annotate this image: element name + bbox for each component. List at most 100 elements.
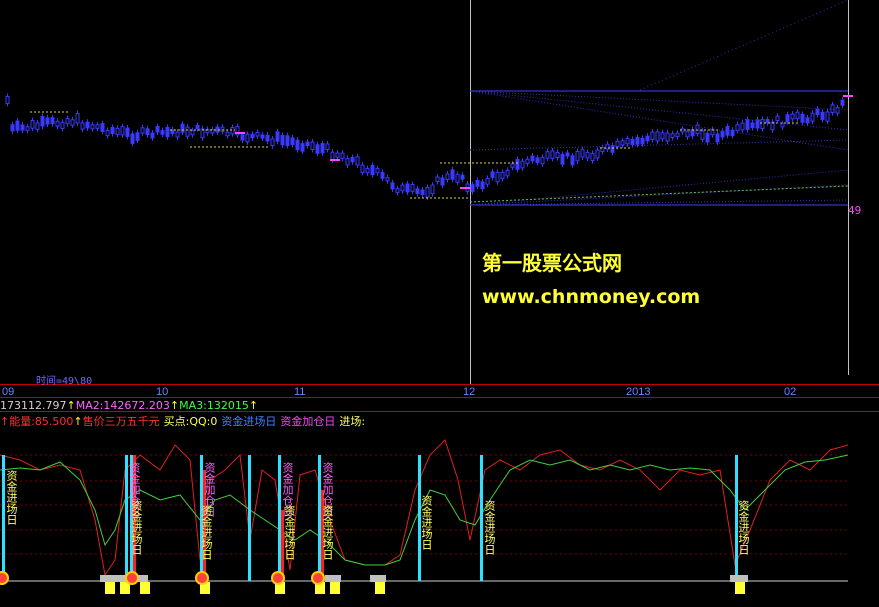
- candle-body: [60, 121, 65, 129]
- candle-body: [730, 129, 735, 137]
- candle-body: [85, 121, 90, 129]
- candle-body: [220, 126, 225, 132]
- volume-block: [375, 582, 385, 594]
- fan-line: [469, 90, 849, 131]
- fund-in-label: 资金进场日: [5, 470, 18, 525]
- x-axis-label-4: 2013: [626, 386, 651, 398]
- candle-body: [630, 138, 635, 146]
- candle-body: [790, 113, 795, 120]
- candle-body: [570, 155, 575, 166]
- candle-body: [295, 139, 300, 151]
- candle-body: [455, 173, 460, 183]
- candle-body: [400, 184, 405, 192]
- fund-add-legend: 资金加仓日: [280, 415, 336, 428]
- candle-body: [805, 117, 810, 124]
- candle-body: [425, 186, 430, 198]
- candle-body: [520, 160, 525, 169]
- volume-block: [105, 582, 115, 594]
- indicator-legend: ↑能量:85.500↑售价三万五千元 买点:QQ:0 资金进场日 资金加仓日 进场:: [0, 413, 365, 429]
- gray-block: [730, 575, 748, 582]
- candle-body: [750, 122, 755, 129]
- candle-body: [795, 111, 800, 120]
- trend-fan-lines: [469, 0, 849, 206]
- candle-body: [835, 107, 840, 114]
- fund-in-label: 资金进场日: [483, 500, 496, 555]
- buy-signal-icon: [195, 571, 209, 585]
- candle-body: [775, 115, 780, 121]
- gray-block: [370, 575, 386, 582]
- signal-bars: [0, 455, 748, 594]
- candle-body: [390, 182, 395, 190]
- candle-body: [780, 123, 785, 128]
- up-arrow-icon: ↑: [73, 415, 83, 428]
- candle-body: [405, 183, 410, 193]
- candle-body: [445, 173, 450, 180]
- candle-body: [625, 137, 630, 145]
- candle-body: [435, 176, 440, 183]
- candle-body: [65, 117, 70, 125]
- candle-body: [800, 113, 805, 123]
- candle-body: [120, 126, 125, 136]
- candle-body: [30, 120, 35, 129]
- candle-body: [385, 177, 390, 182]
- ma-legend: 173112.797↑MA2:142672.203↑MA3:132015↑: [0, 399, 258, 412]
- x-axis-label-3: 12: [463, 386, 476, 398]
- fund-in-bar: [248, 455, 251, 581]
- candle-body: [335, 152, 340, 158]
- up-arrow-icon: ↑: [0, 415, 10, 428]
- candle-body: [140, 127, 145, 134]
- candle-body: [380, 171, 385, 179]
- volume-block: [140, 582, 150, 594]
- candle-body: [480, 181, 485, 190]
- candle-body: [820, 111, 825, 120]
- candle-body: [255, 132, 260, 137]
- candle-body: [395, 188, 400, 193]
- candle-body: [510, 163, 515, 168]
- candle-body: [640, 137, 645, 145]
- fan-line: [639, 0, 849, 91]
- fund-in-label: 资金进场日: [200, 505, 213, 560]
- fan-line: [469, 185, 849, 203]
- candle-body: [375, 168, 380, 174]
- candle-body: [635, 137, 640, 145]
- fund-in-legend: 资金进场日: [221, 415, 277, 428]
- candle-body: [270, 138, 275, 147]
- buy-signal-icon: [125, 571, 139, 585]
- x-axis-label-2: 11: [294, 386, 306, 398]
- candle-body: [250, 133, 255, 139]
- gray-block: [325, 575, 341, 582]
- fund-in-label: 资金进场日: [130, 500, 143, 555]
- up-arrow-icon: ↑: [169, 399, 180, 412]
- candle-body: [490, 171, 495, 178]
- candle-body: [365, 168, 370, 174]
- candle-body: [655, 131, 660, 142]
- candle-body: [645, 135, 650, 142]
- candle-body: [495, 171, 500, 183]
- candle-body: [5, 95, 10, 104]
- candle-body: [180, 123, 185, 133]
- candle-body: [555, 151, 560, 159]
- candle-body: [715, 133, 720, 143]
- candle-body: [165, 126, 170, 138]
- candle-body: [360, 164, 365, 173]
- candle-body: [275, 131, 280, 142]
- volume-block: [330, 582, 340, 594]
- candle-body: [475, 180, 480, 187]
- candle-body: [340, 152, 345, 159]
- candle-body: [595, 149, 600, 159]
- candle-body: [105, 129, 110, 137]
- buy-signal-icon: [0, 571, 9, 585]
- candle-body: [150, 132, 155, 139]
- candle-body: [155, 126, 160, 133]
- candle-body: [705, 132, 710, 143]
- candle-body: [500, 171, 505, 179]
- x-axis-label-5: 02: [784, 386, 797, 398]
- candle-body: [505, 169, 510, 177]
- candle-body: [10, 124, 15, 132]
- up-arrow-icon: ↑: [248, 399, 259, 412]
- candle-body: [755, 119, 760, 129]
- candle-body: [690, 129, 695, 137]
- candle-body: [175, 131, 180, 138]
- ma1-value: 173112.797: [0, 399, 67, 412]
- candle-body: [525, 158, 530, 164]
